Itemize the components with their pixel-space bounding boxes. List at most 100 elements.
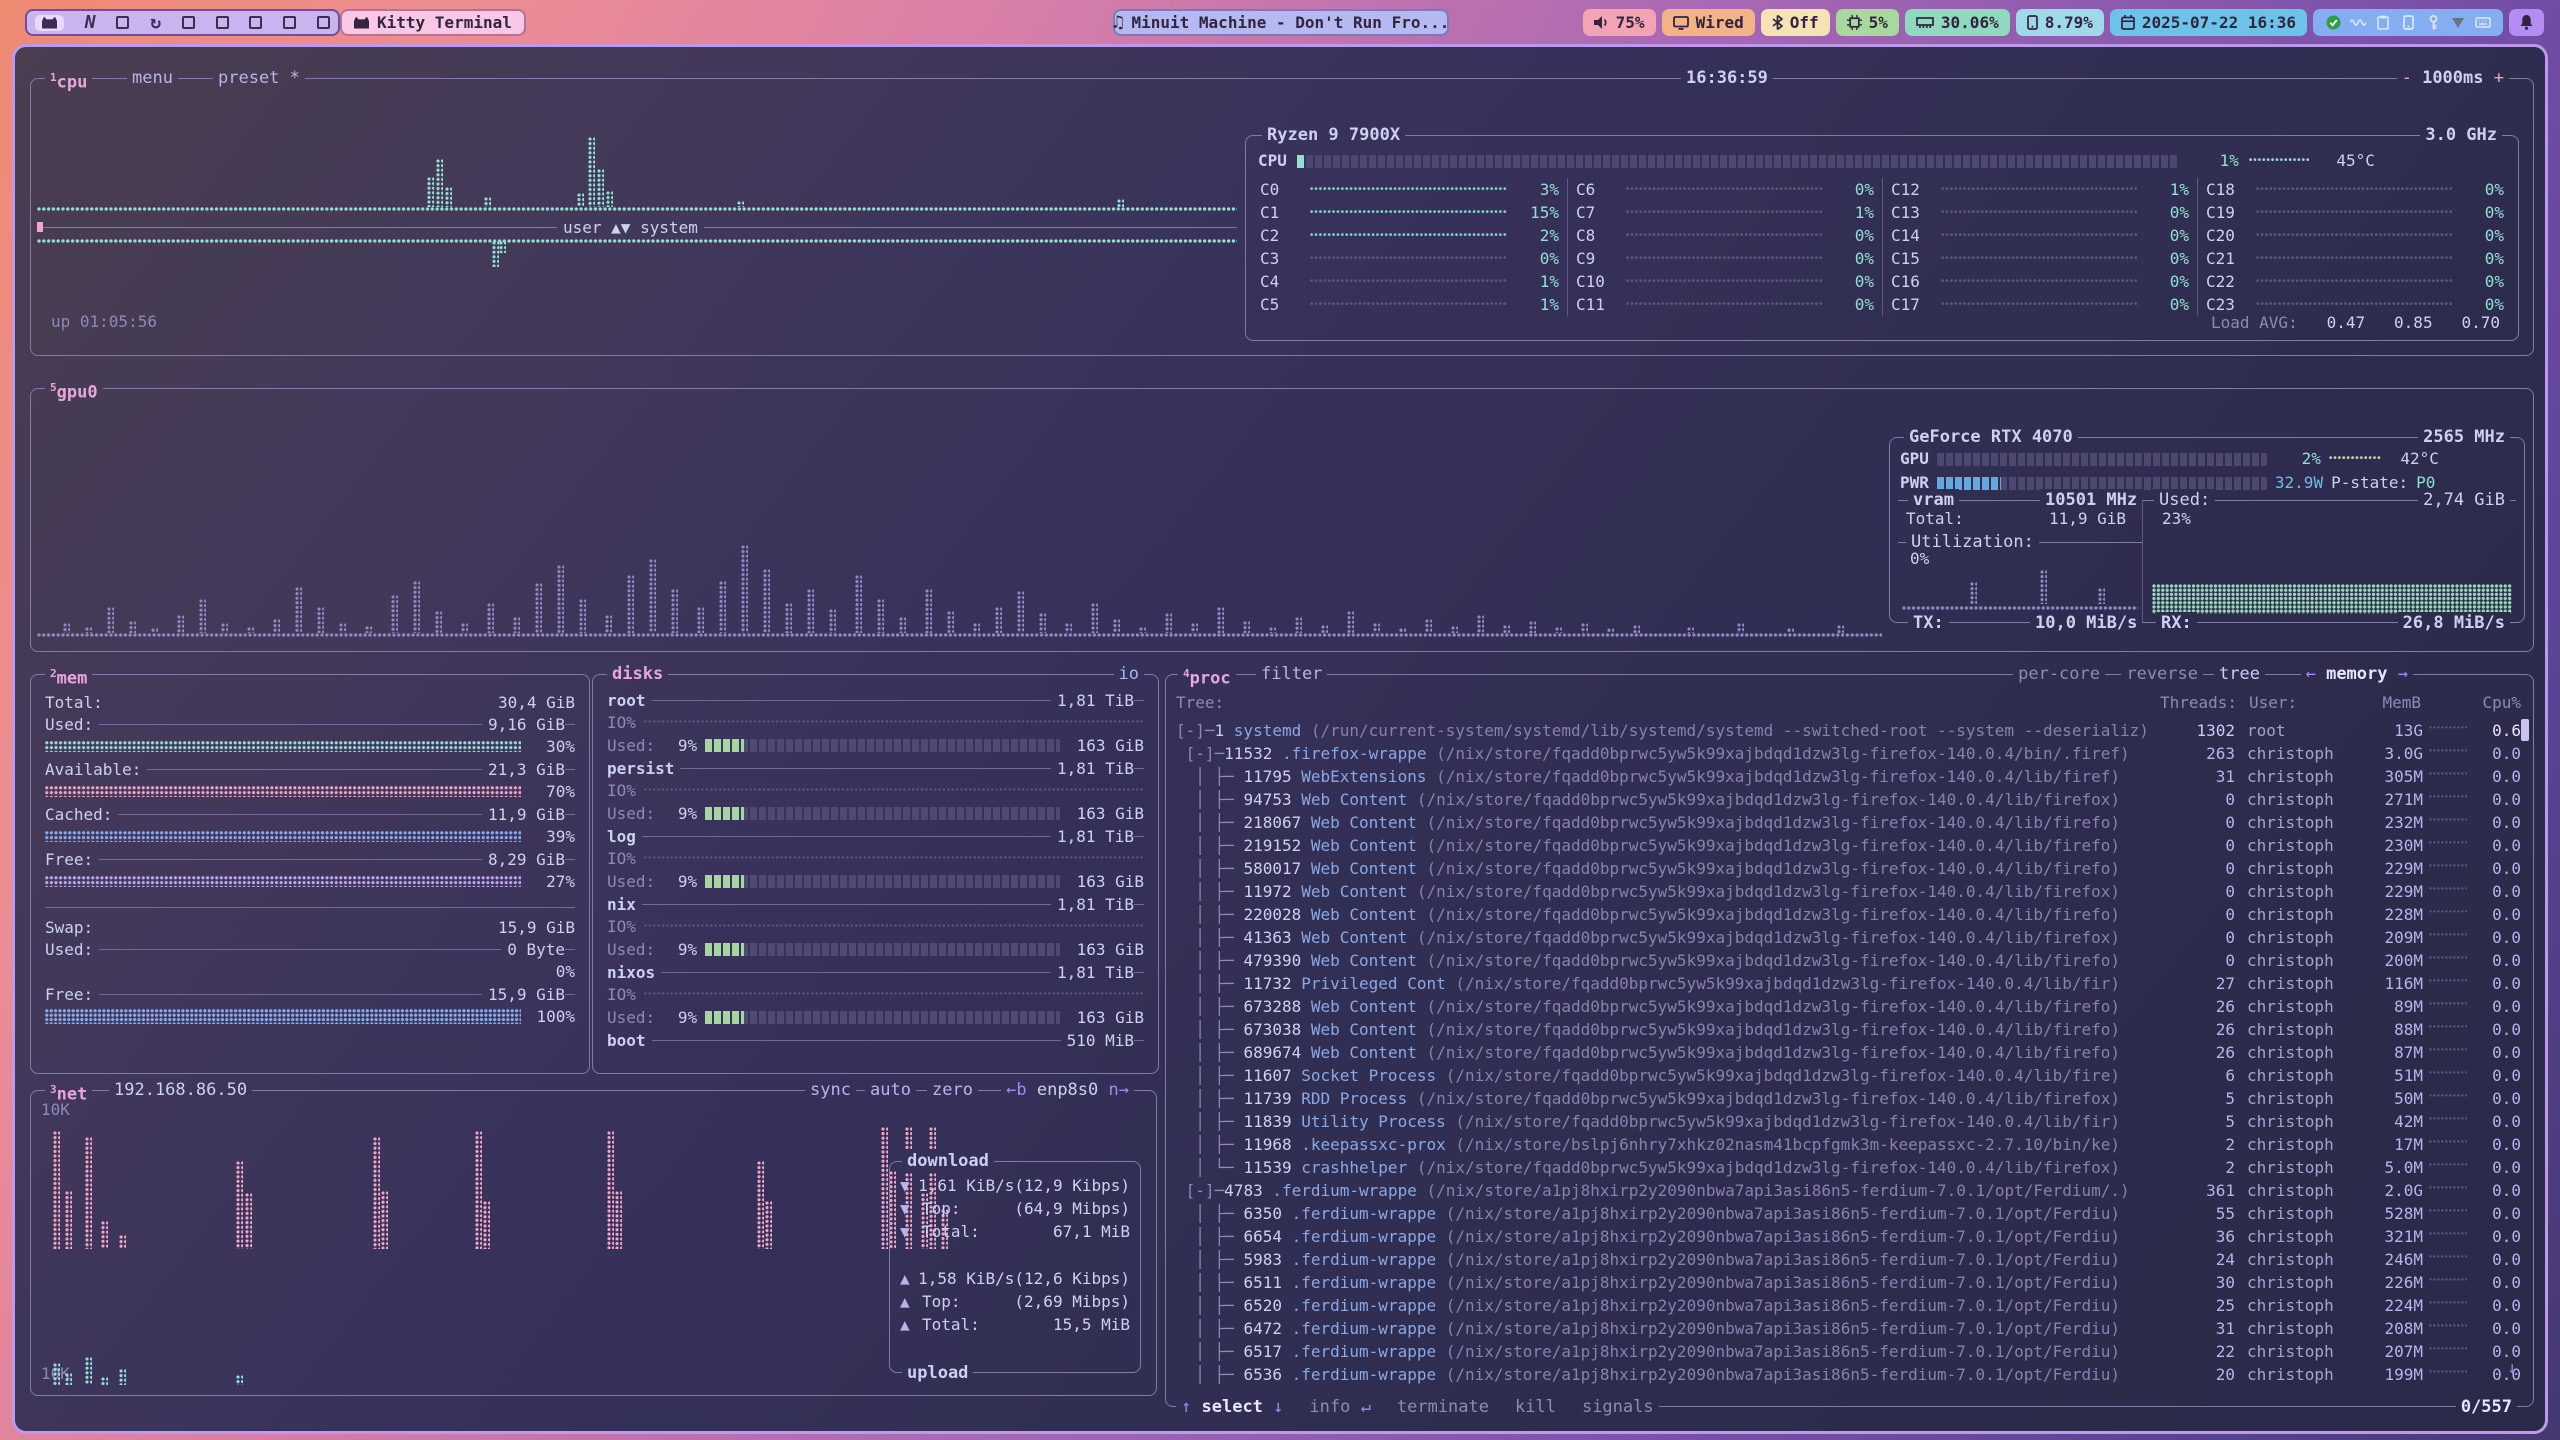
select-button[interactable]: ↑ select ↓: [1181, 1396, 1283, 1418]
cpu-module[interactable]: 5%: [1836, 9, 1899, 36]
col-cpu[interactable]: Cpu%: [2421, 693, 2521, 712]
process-row-11532[interactable]: [-]─11532 .firefox-wrappe (/nix/store/fq…: [1176, 742, 2521, 765]
graph-spike: [1607, 628, 1614, 633]
process-row-6350[interactable]: │ ├─ 6350 .ferdium-wrappe (/nix/store/a1…: [1176, 1202, 2521, 1225]
process-row-94753[interactable]: │ ├─ 94753 Web Content (/nix/store/fqadd…: [1176, 788, 2521, 811]
process-row-6520[interactable]: │ ├─ 6520 .ferdium-wrappe (/nix/store/a1…: [1176, 1294, 2521, 1317]
workspace-indicator[interactable]: [317, 16, 330, 29]
workspace-indicator[interactable]: [216, 16, 229, 29]
graph-spike: [445, 187, 452, 207]
vram-used-value: 2,74 GiB: [2418, 489, 2510, 511]
clock-module[interactable]: 2025-07-22 16:36: [2110, 9, 2307, 36]
graph-spike: [1347, 611, 1354, 633]
process-row-11795[interactable]: │ ├─ 11795 WebExtensions (/nix/store/fqa…: [1176, 765, 2521, 788]
disks-panel-title[interactable]: disks: [607, 663, 668, 685]
kill-button[interactable]: kill: [1515, 1396, 1556, 1418]
process-row-689674[interactable]: │ ├─ 689674 Web Content (/nix/store/fqad…: [1176, 1041, 2521, 1064]
volume-module[interactable]: 75%: [1583, 9, 1656, 36]
window-tab-kitty[interactable]: Kitty Terminal: [340, 9, 526, 36]
process-row-41363[interactable]: │ ├─ 41363 Web Content (/nix/store/fqadd…: [1176, 926, 2521, 949]
reverse-toggle[interactable]: reverse: [2121, 663, 2203, 685]
signals-button[interactable]: signals: [1582, 1396, 1654, 1418]
workspace-indicator[interactable]: [182, 16, 195, 29]
terminate-button[interactable]: terminate: [1397, 1396, 1489, 1418]
process-row-6517[interactable]: │ ├─ 6517 .ferdium-wrappe (/nix/store/a1…: [1176, 1340, 2521, 1363]
process-row-11968[interactable]: │ ├─ 11968 .keepassxc-prox (/nix/store/b…: [1176, 1133, 2521, 1156]
cat-icon[interactable]: [35, 15, 64, 31]
disk-used-row: Used:9%163 GiB: [607, 870, 1144, 893]
graph-spike: [947, 611, 954, 633]
process-row-219152[interactable]: │ ├─ 219152 Web Content (/nix/store/fqad…: [1176, 834, 2521, 857]
clipboard-tray-icon[interactable]: [2374, 15, 2392, 30]
process-row-580017[interactable]: │ ├─ 580017 Web Content (/nix/store/fqad…: [1176, 857, 2521, 880]
workspace-switcher[interactable]: N↻: [25, 9, 340, 36]
info-button[interactable]: info ↵: [1309, 1396, 1370, 1418]
process-row-673288[interactable]: │ ├─ 673288 Web Content (/nix/store/fqad…: [1176, 995, 2521, 1018]
core-row-C5: C51%: [1252, 293, 1567, 316]
refresh-icon[interactable]: ↻: [150, 12, 161, 33]
per-core-toggle[interactable]: per-core: [2013, 663, 2105, 685]
workspace-indicator[interactable]: [116, 16, 129, 29]
process-row-1[interactable]: [-]─1 systemd (/run/current-system/syste…: [1176, 719, 2521, 742]
col-threads[interactable]: Threads:: [2147, 693, 2237, 712]
phone-tray-icon[interactable]: [2399, 15, 2417, 30]
memory-module[interactable]: 30.06%: [1905, 9, 2010, 36]
process-row-5983[interactable]: │ ├─ 5983 .ferdium-wrappe (/nix/store/a1…: [1176, 1248, 2521, 1271]
process-row-218067[interactable]: │ ├─ 218067 Web Content (/nix/store/fqad…: [1176, 811, 2521, 834]
disks-io-toggle[interactable]: io: [1114, 663, 1144, 685]
process-row-11839[interactable]: │ ├─ 11839 Utility Process (/nix/store/f…: [1176, 1110, 2521, 1133]
memory-panel-title[interactable]: 2mem: [45, 663, 92, 685]
filter-button[interactable]: filter: [1256, 663, 1327, 685]
graph-spike: [535, 583, 542, 633]
graph-spike: [1477, 615, 1484, 633]
process-row-11539[interactable]: │ └─ 11539 crashhelper (/nix/store/fqadd…: [1176, 1156, 2521, 1179]
col-user[interactable]: User:: [2237, 693, 2361, 712]
process-row-220028[interactable]: │ ├─ 220028 Web Content (/nix/store/fqad…: [1176, 903, 2521, 926]
tree-toggle[interactable]: tree: [2214, 663, 2265, 685]
graph-spike: [1117, 199, 1124, 207]
process-row-6511[interactable]: │ ├─ 6511 .ferdium-wrappe (/nix/store/a1…: [1176, 1271, 2521, 1294]
process-row-11739[interactable]: │ ├─ 11739 RDD Process (/nix/store/fqadd…: [1176, 1087, 2521, 1110]
network-module[interactable]: Wired: [1662, 9, 1755, 36]
gpu-module[interactable]: 8.79%: [2016, 9, 2104, 36]
process-row-479390[interactable]: │ ├─ 479390 Web Content (/nix/store/fqad…: [1176, 949, 2521, 972]
ram-icon: [1916, 17, 1934, 29]
nix-icon[interactable]: N: [85, 12, 96, 33]
gpu-power-bar: [1937, 477, 2267, 490]
sort-column-selector[interactable]: ← memory →: [2301, 663, 2413, 685]
media-player-widget[interactable]: ♫ Minuit Machine - Don't Run Fro...: [1113, 9, 1449, 36]
cpu-model: Ryzen 9 7900X: [1262, 124, 1405, 146]
workspace-indicator[interactable]: [249, 16, 262, 29]
process-row-6472[interactable]: │ ├─ 6472 .ferdium-wrappe (/nix/store/a1…: [1176, 1317, 2521, 1340]
graph-spike: [199, 599, 206, 633]
clock-value: 2025-07-22 16:36: [2142, 13, 2296, 32]
vram-total-row: Total:11,9 GiB: [1906, 508, 2126, 530]
graph-spike: [373, 1137, 380, 1249]
graph-spike: [881, 1127, 888, 1249]
graph-spike: [365, 626, 372, 633]
col-mem[interactable]: MemB: [2361, 693, 2421, 712]
nvidia-tray-icon[interactable]: [2449, 17, 2467, 29]
check-circle-tray-icon[interactable]: [2324, 15, 2342, 30]
key-tray-icon[interactable]: [2424, 15, 2442, 30]
process-row-11732[interactable]: │ ├─ 11732 Privileged Cont (/nix/store/f…: [1176, 972, 2521, 995]
process-row-6536[interactable]: │ ├─ 6536 .ferdium-wrappe (/nix/store/a1…: [1176, 1363, 2521, 1386]
workspace-indicator[interactable]: [283, 16, 296, 29]
disk-name-row: persist1,81 TiB: [607, 757, 1144, 779]
system-tray[interactable]: [2313, 9, 2503, 36]
process-row-11972[interactable]: │ ├─ 11972 Web Content (/nix/store/fqadd…: [1176, 880, 2521, 903]
process-row-6654[interactable]: │ ├─ 6654 .ferdium-wrappe (/nix/store/a1…: [1176, 1225, 2521, 1248]
scroll-down-indicator[interactable]: ↓: [2507, 1357, 2517, 1379]
process-scrollbar[interactable]: [2521, 719, 2529, 741]
wave-tray-icon[interactable]: [2349, 18, 2367, 27]
interval-control[interactable]: - 1000ms +: [2397, 67, 2509, 89]
process-row-4783[interactable]: [-]─4783 .ferdium-wrappe (/nix/store/a1p…: [1176, 1179, 2521, 1202]
process-row-673038[interactable]: │ ├─ 673038 Web Content (/nix/store/fqad…: [1176, 1018, 2521, 1041]
keyboard-tray-icon[interactable]: [2474, 17, 2492, 28]
interface-switcher[interactable]: ←b enp8s0 n→: [1001, 1079, 1134, 1101]
col-tree[interactable]: Tree:: [1176, 693, 2147, 712]
process-panel-title[interactable]: 4proc: [1178, 663, 1236, 685]
process-row-11607[interactable]: │ ├─ 11607 Socket Process (/nix/store/fq…: [1176, 1064, 2521, 1087]
notifications-bell[interactable]: [2509, 9, 2544, 36]
bluetooth-module[interactable]: Off: [1761, 9, 1830, 36]
